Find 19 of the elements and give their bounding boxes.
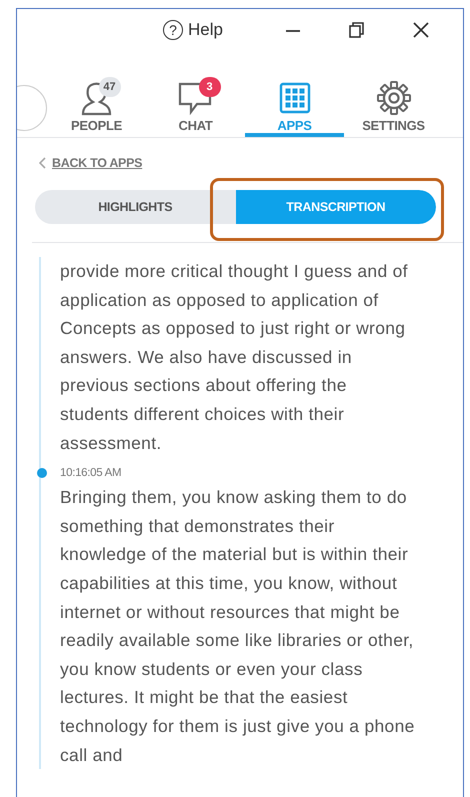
restore-icon [348,21,366,39]
grid-icon [278,82,310,114]
help-icon: ? [163,20,183,40]
count-badge: 3 [198,77,220,97]
nav-tab[interactable]: SETTINGS [344,75,443,137]
transcript-text: provide more critical thought I guess and of application as opposed to application of Concepts as opposed to just right or wrong answers. We also have discussed in previous sections about offering the students different choices with their assessment. [60,260,409,455]
help-button[interactable]: ? Help [163,20,223,40]
settings-icon [376,80,410,114]
nav-tab[interactable]: 47 PEOPLE [47,75,146,137]
timeline-dot [37,468,47,478]
timestamp: 10:16:05 AM [60,467,122,480]
count-badge: 47 [98,77,120,97]
back-link[interactable]: BACK TO APPS [39,156,142,170]
transcript-text: Bringing them, you know asking them to do something that demonstrates their knowledge of the material but is within their capabilities at this time, you know, without internet or without resources that might be readily available some like libraries or other, you know students or even your class lectures. It might be that the easiest technology for them is just give you a phone call and [60,486,416,766]
close-icon [412,21,430,39]
minimize-icon [286,30,300,32]
nav-tab[interactable]: 3 CHAT [146,75,245,137]
chevron-left-icon [39,157,46,169]
segment-tab[interactable]: HIGHLIGHTS [35,190,236,224]
